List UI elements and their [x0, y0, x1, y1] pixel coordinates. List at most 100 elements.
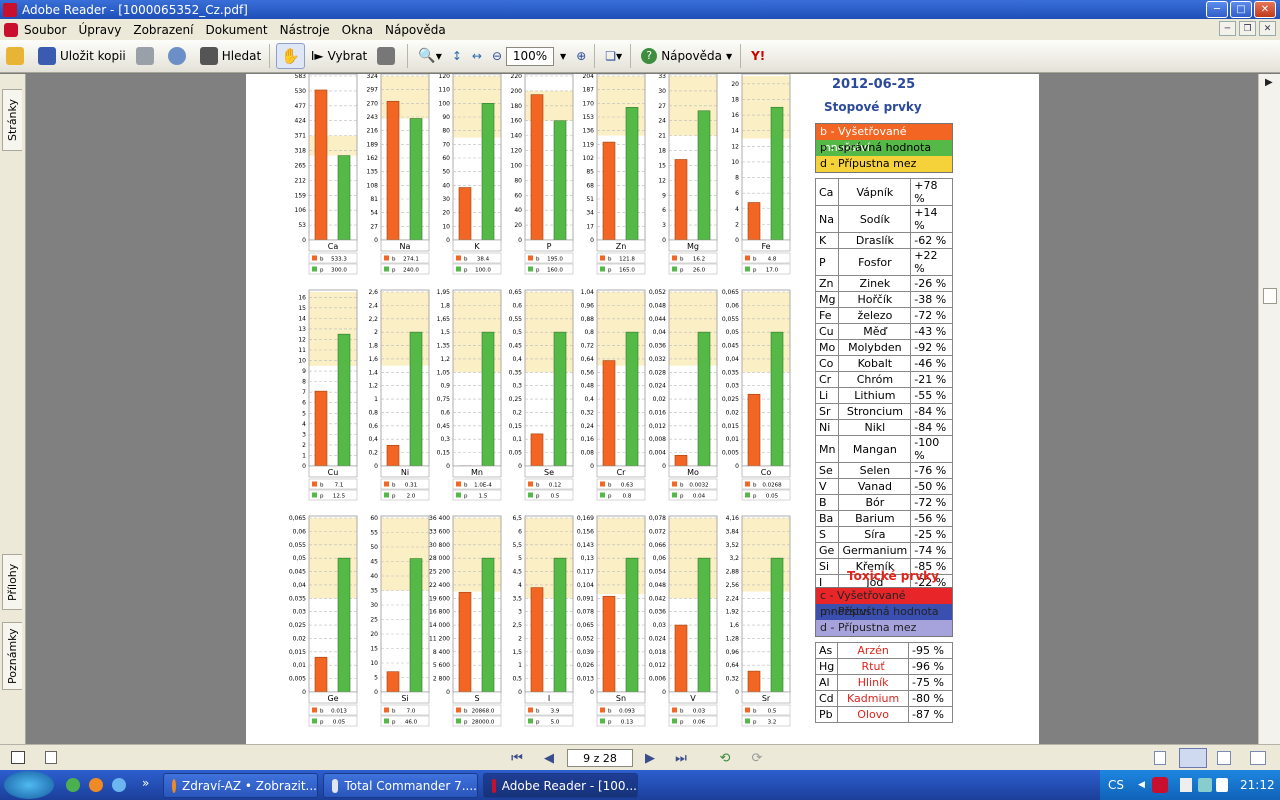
y-tick-label: 27 [370, 223, 378, 230]
menu-document[interactable]: Dokument [199, 23, 273, 37]
select-tool-button[interactable]: I► Vybrat [307, 43, 371, 69]
page-thumb-icon[interactable] [11, 751, 25, 764]
search-button[interactable]: Hledat [196, 43, 265, 69]
tab-pages[interactable]: Stránky [2, 89, 22, 151]
doc-restore-button[interactable]: ❐ [1239, 21, 1256, 36]
y-tick-label: 0 [446, 237, 450, 244]
value-legend-swatch [745, 718, 750, 724]
value-legend-value: 0.31 [405, 483, 417, 489]
menu-window[interactable]: Okna [336, 23, 379, 37]
fit-width-button[interactable]: ↔ [468, 43, 486, 69]
menu-view[interactable]: Zobrazení [127, 23, 199, 37]
start-button[interactable] [4, 771, 54, 799]
quicklaunch-icon-1[interactable] [66, 778, 80, 792]
value-legend-value: 0.06 [693, 720, 706, 726]
adobe-tray-icon[interactable] [1152, 777, 1168, 793]
next-page-button[interactable]: ▶ [641, 750, 659, 766]
doc-close-button[interactable]: ✕ [1259, 21, 1276, 36]
y-tick-label: 2,24 [726, 595, 740, 602]
y-tick-label: 20 [731, 81, 739, 88]
tab-comments[interactable]: Poznámky [2, 622, 22, 690]
save-copy-button[interactable]: Uložit kopii [34, 43, 130, 69]
maximize-button[interactable]: □ [1230, 1, 1252, 18]
value-legend-swatch [312, 718, 317, 724]
value-legend-value: 0.8 [623, 494, 632, 500]
value-legend-key: p [536, 268, 540, 274]
language-indicator[interactable]: CS [1108, 778, 1124, 792]
rotate-view-button[interactable]: ❏ ▼ [601, 43, 626, 69]
document-properties-icon[interactable] [45, 751, 57, 764]
previous-view-button[interactable]: ⟲ [716, 750, 734, 766]
y-tick-label: 0,4 [584, 396, 594, 403]
menu-tools[interactable]: Nástroje [274, 23, 336, 37]
value-legend-value: 2.0 [407, 494, 416, 500]
scrollbar-thumb[interactable] [1263, 288, 1277, 304]
y-tick-label: 0,15 [509, 423, 523, 430]
menu-edit[interactable]: Úpravy [72, 23, 127, 37]
document-icon[interactable] [4, 22, 18, 37]
task-zdravi[interactable]: Zdraví-AZ • Zobrazit... [163, 773, 318, 798]
task-adobe-reader[interactable]: Adobe Reader - [100... [483, 773, 638, 798]
fit-height-button[interactable]: ↕ [448, 43, 466, 69]
zoom-dropdown[interactable]: ▼ [556, 43, 570, 69]
y-tick-label: 0,066 [649, 542, 666, 549]
previous-page-button[interactable]: ◀ [540, 750, 558, 766]
value-legend-key: b [680, 709, 684, 715]
doc-minimize-button[interactable]: ─ [1219, 21, 1236, 36]
device-tray-icon[interactable] [1180, 778, 1192, 792]
email-button[interactable] [164, 43, 194, 69]
continuous-facing-icon[interactable] [1250, 751, 1266, 765]
snapshot-button[interactable] [373, 43, 403, 69]
y-tick-label: 243 [367, 114, 379, 121]
help-button[interactable]: ? Nápověda ▼ [637, 43, 736, 69]
network-tray-icon[interactable] [1198, 778, 1212, 792]
quicklaunch-more-icon[interactable]: » [142, 776, 149, 790]
y-tick-label: 3,84 [726, 528, 740, 535]
element-name: Vanad [838, 478, 912, 495]
y-tick-label: 0,042 [649, 595, 666, 602]
yahoo-toolbar-button[interactable]: Y! [747, 43, 769, 69]
vertical-scrollbar[interactable]: ▶ [1258, 74, 1280, 744]
hand-tool-button[interactable]: ✋ [276, 43, 305, 69]
menu-file[interactable]: Soubor [18, 23, 72, 37]
value-legend-value: 4.8 [768, 257, 777, 263]
zoom-in-button[interactable]: ⊕ [572, 43, 590, 69]
scroll-up-arrow[interactable]: ▶ [1265, 77, 1273, 88]
tab-attachments[interactable]: Přílohy [2, 554, 22, 610]
minimize-button[interactable]: ─ [1206, 1, 1228, 18]
page-number-input[interactable]: 9 z 28 [567, 749, 633, 767]
print-button[interactable] [132, 43, 162, 69]
element-name: Mangan [838, 435, 912, 463]
first-page-button[interactable]: ⏮ [508, 750, 526, 766]
y-tick-label: 2 800 [433, 676, 450, 683]
element-name: Síra [838, 526, 912, 543]
value-legend-key: b [392, 257, 396, 263]
next-view-button[interactable]: ⟳ [748, 750, 766, 766]
quicklaunch-icon-3[interactable] [112, 778, 126, 792]
last-page-button[interactable]: ⏭ [672, 750, 690, 766]
value-legend-key: b [536, 709, 540, 715]
tray-expand-icon[interactable]: ◀ [1138, 780, 1145, 790]
task-total-commander[interactable]: Total Commander 7.... [323, 773, 478, 798]
folder-open-icon [6, 47, 24, 65]
close-button[interactable]: ✕ [1254, 1, 1276, 18]
element-symbol: Cd [814, 690, 839, 707]
continuous-page-icon[interactable] [1179, 748, 1207, 768]
zoom-in-tool-button[interactable]: 🔍 ▼ [414, 43, 446, 69]
single-page-icon[interactable] [1154, 751, 1166, 765]
bar-reference [481, 557, 495, 693]
zoom-out-button[interactable]: ⊖ [488, 43, 506, 69]
y-tick-label: 25 200 [429, 569, 450, 576]
zoom-level-input[interactable]: 100% [506, 46, 555, 66]
firefox-icon[interactable] [89, 778, 103, 792]
window-title: Adobe Reader - [1000065352_Cz.pdf] [22, 2, 248, 17]
element-percent: -56 % [910, 510, 953, 527]
y-tick-label: 90 [442, 114, 450, 121]
open-button[interactable] [2, 43, 32, 69]
facing-page-icon[interactable] [1217, 751, 1231, 765]
volume-tray-icon[interactable] [1216, 778, 1228, 792]
y-tick-label: 0,012 [649, 662, 666, 669]
y-tick-label: 0,008 [649, 436, 666, 443]
element-name: Kobalt [838, 355, 912, 372]
menu-help[interactable]: Nápověda [379, 23, 452, 37]
